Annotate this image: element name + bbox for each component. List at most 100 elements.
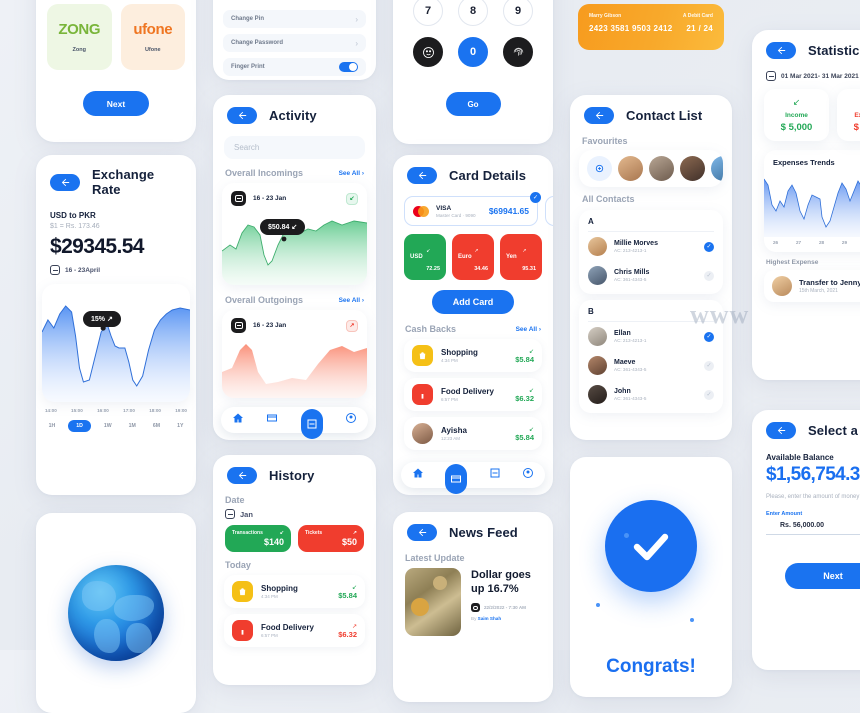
nav-activity-icon[interactable] <box>489 466 501 484</box>
contact-row[interactable]: Ellan AC: 213-4213-1 ✓ <box>588 322 714 351</box>
add-card-button[interactable]: Add Card <box>432 290 514 314</box>
currency-usd[interactable]: USD ↙ 72.25 <box>404 234 446 280</box>
nav-activity-icon[interactable] <box>300 409 323 439</box>
group-letter: A <box>588 217 714 232</box>
range-tab-1h[interactable]: 1H <box>45 420 60 432</box>
item-amount: $5.84 <box>515 354 534 364</box>
list-item[interactable]: Shopping 4:34 PM ↙ $5.84 <box>224 575 365 608</box>
exchange-date-range[interactable]: 16 - 23April <box>50 265 182 275</box>
contact-name: John <box>614 388 631 395</box>
fingerprint-icon[interactable] <box>503 37 533 67</box>
operator-tile-ufone[interactable]: ufone Ufone <box>120 4 185 70</box>
contact-row[interactable]: Chris Mills AC: 361-4343-5 ✓ <box>588 261 714 290</box>
chart-date-range: 16 - 23 Jan <box>253 322 287 329</box>
back-button[interactable] <box>227 107 257 124</box>
incomings-chart-card: 16 - 23 Jan ↙ $50.84 ↙ <box>222 183 367 285</box>
back-button[interactable] <box>407 524 437 541</box>
nav-home-icon[interactable] <box>412 466 424 484</box>
card-carousel: VISA Master Card · 9090 $69941.65 ✓ <box>393 190 553 226</box>
list-item[interactable]: Food Delivery 6:57 PM ↙ $6.32 <box>404 378 542 411</box>
chip-transactions[interactable]: Transactions ↙ $140 <box>225 525 291 552</box>
contact-selected-icon[interactable]: ✓ <box>704 241 714 252</box>
credit-card-paypal[interactable] <box>545 196 553 226</box>
amount-input[interactable]: Rs. 56,000.00 <box>766 517 860 535</box>
next-button[interactable]: Next <box>785 563 860 589</box>
contact-unselected-icon[interactable]: ✓ <box>704 270 714 281</box>
nav-card-icon[interactable] <box>445 464 468 494</box>
key-9[interactable]: 9 <box>503 0 533 26</box>
outgoings-section-header: Overall Outgoings See All › <box>213 285 376 305</box>
operator-tile-zong[interactable]: zong Zong <box>47 4 112 70</box>
chart-date-range: 16 - 23 Jan <box>253 195 287 202</box>
trend-down-icon: ↙ <box>528 426 534 433</box>
see-all-link[interactable]: See All › <box>339 297 364 304</box>
avatar[interactable] <box>711 156 723 181</box>
avatar[interactable] <box>680 156 705 181</box>
history-month-picker[interactable]: Jan <box>213 509 376 519</box>
contact-row[interactable]: John AC: 361-4343-5 ✓ <box>588 380 714 409</box>
statistics-date-range[interactable]: 01 Mar 2021- 31 Mar 2021 <box>752 65 860 81</box>
setting-row-change-pin[interactable]: Change Pin › <box>223 10 366 28</box>
trend-down-icon: ↙ <box>528 348 534 355</box>
back-button[interactable] <box>227 467 257 484</box>
axis-tick: 29 <box>841 240 848 245</box>
list-item[interactable]: Shopping 4:34 PM ↙ $5.84 <box>404 339 542 372</box>
key-0[interactable]: 0 <box>458 37 488 67</box>
avatar[interactable] <box>649 156 674 181</box>
favourites-strip <box>579 150 723 187</box>
key-8[interactable]: 8 <box>458 0 488 26</box>
range-tab-1w[interactable]: 1W <box>100 420 116 432</box>
key-7[interactable]: 7 <box>413 0 443 26</box>
bank-cards-stack: Your Balance $3,100.30 Visa Marry Gibson… <box>570 0 732 85</box>
available-balance-label: Available Balance <box>766 453 834 462</box>
contact-unselected-icon[interactable]: ✓ <box>704 389 714 400</box>
go-button[interactable]: Go <box>445 92 501 116</box>
item-name: Shopping <box>261 584 298 593</box>
nav-profile-icon[interactable] <box>522 466 534 484</box>
back-button[interactable] <box>766 422 796 439</box>
nav-profile-icon[interactable] <box>345 411 357 429</box>
back-button[interactable] <box>584 107 614 124</box>
calendar-icon <box>231 191 246 206</box>
item-time: 12:23 AM <box>441 436 461 441</box>
range-tab-1d[interactable]: 1D <box>68 420 91 432</box>
currency-yen[interactable]: Yen ↗ 95.31 <box>500 234 542 280</box>
face-id-icon[interactable] <box>413 37 443 67</box>
contact-selected-icon[interactable]: ✓ <box>704 331 714 342</box>
chip-tickets[interactable]: Tickets ↗ $50 <box>298 525 364 552</box>
calendar-icon <box>231 318 246 333</box>
highest-expense-label: Highest Expense <box>766 259 819 266</box>
see-all-link[interactable]: See All › <box>339 170 364 177</box>
range-tab-6m[interactable]: 6M <box>149 420 164 432</box>
back-button[interactable] <box>407 167 437 184</box>
avatar[interactable] <box>618 156 643 181</box>
setting-row-change-password[interactable]: Change Password › <box>223 34 366 52</box>
section-label: Overall Outgoings <box>225 295 304 305</box>
back-button[interactable] <box>766 42 796 59</box>
income-card[interactable]: ↙ Income $ 5,000 <box>764 89 829 141</box>
fingerprint-toggle[interactable] <box>339 62 358 72</box>
contact-row[interactable]: Maeve AC: 361-4343-5 ✓ <box>588 351 714 380</box>
expense-card[interactable]: ↗ Expenses $ 3,000 <box>837 89 860 141</box>
nav-home-icon[interactable] <box>232 411 244 429</box>
contact-name: Chris Mills <box>614 269 650 276</box>
highest-expense-row[interactable]: Transfer to Jenny 15th March, 2021 <box>764 270 860 302</box>
debit-card-orange[interactable]: Marry Gibson A Debit Card 2423 3581 9503… <box>578 4 724 50</box>
list-item[interactable]: Ayisha 12:23 AM ↙ $5.84 <box>404 417 542 450</box>
contact-row[interactable]: Millie Morves AC: 213-4213-1 ✓ <box>588 232 714 261</box>
range-tab-1y[interactable]: 1Y <box>173 420 187 432</box>
exchange-area-chart <box>42 305 190 402</box>
nav-card-icon[interactable] <box>266 411 278 429</box>
list-item[interactable]: Food Delivery 6:57 PM ↗ $6.32 <box>224 614 365 647</box>
currency-euro[interactable]: Euro ↗ 34.46 <box>452 234 494 280</box>
back-button[interactable] <box>50 173 80 191</box>
contact-unselected-icon[interactable]: ✓ <box>704 360 714 371</box>
see-all-link[interactable]: See All › <box>516 326 541 333</box>
add-favourite-icon[interactable] <box>587 156 612 181</box>
setting-row-finger-print[interactable]: Finger Print <box>223 58 366 76</box>
search-input[interactable]: Search <box>224 136 365 159</box>
page-title: Activity <box>269 108 317 123</box>
operator-next-button[interactable]: Next <box>83 91 149 116</box>
range-tab-1m[interactable]: 1M <box>125 420 140 432</box>
credit-card-visa[interactable]: VISA Master Card · 9090 $69941.65 ✓ <box>404 192 541 226</box>
